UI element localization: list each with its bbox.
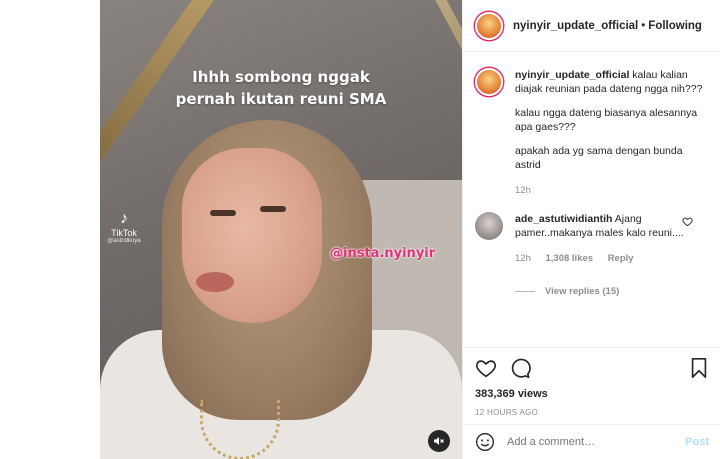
- instagram-post-view: Ihhh sombong nggak pernah ikutan reuni S…: [0, 0, 720, 459]
- comment-item: ade_astutiwidiantih Ajang pamer..makanya…: [475, 212, 709, 266]
- avatar[interactable]: [475, 68, 503, 96]
- comment-input[interactable]: [507, 436, 686, 448]
- small-heart-icon[interactable]: [682, 216, 693, 227]
- view-count[interactable]: 383,369 views: [475, 388, 709, 400]
- comments-list[interactable]: nyinyir_update_official kalau kalian dia…: [463, 52, 720, 347]
- video-caption-line2: pernah ikutan reuni SMA: [175, 90, 387, 108]
- mute-button[interactable]: [428, 430, 450, 452]
- view-replies-button[interactable]: View replies (15): [515, 286, 709, 297]
- comment-meta: 12h 1,308 likes Reply: [515, 252, 690, 266]
- post-actions: 383,369 views 12 HOURS AGO: [463, 347, 720, 429]
- caption-text-p3: apakah ada yg sama dengan bunda astrid: [515, 145, 683, 171]
- bookmark-icon[interactable]: [689, 357, 709, 379]
- post-caption: nyinyir_update_official kalau kalian dia…: [475, 68, 709, 198]
- header-username[interactable]: nyinyir_update_official: [513, 20, 638, 32]
- comment-composer: Post: [463, 424, 720, 459]
- caption-meta: 12h: [515, 184, 709, 198]
- tiktok-label: TikTok: [111, 228, 137, 238]
- comment-likes[interactable]: 1,308 likes: [546, 253, 594, 264]
- reply-button[interactable]: Reply: [608, 253, 634, 264]
- caption-text-p2: kalau ngga dateng biasanya alesannya apa…: [515, 107, 698, 133]
- tiktok-icon: ♪: [120, 210, 128, 227]
- caption-username[interactable]: nyinyir_update_official: [515, 69, 629, 81]
- lips: [196, 272, 234, 292]
- mute-icon: [434, 437, 444, 445]
- video-caption-line1: Ihhh sombong nggak: [192, 68, 370, 86]
- heart-icon[interactable]: [475, 357, 497, 379]
- header-separator: •: [641, 19, 646, 32]
- avatar[interactable]: [475, 11, 503, 40]
- comment-body: ade_astutiwidiantih Ajang pamer..makanya…: [515, 212, 690, 266]
- watermark: @insta.nyinyir: [330, 246, 436, 261]
- avatar[interactable]: [475, 212, 503, 240]
- view-replies-label: View replies (15): [545, 286, 620, 297]
- emoji-icon[interactable]: [475, 432, 495, 452]
- tiktok-handle: @astridkuya: [107, 238, 141, 244]
- following-button[interactable]: Following: [648, 20, 702, 32]
- face: [182, 148, 322, 323]
- divider: [515, 291, 535, 292]
- caption-body: nyinyir_update_official kalau kalian dia…: [515, 68, 709, 198]
- tiktok-badge: ♪ TikTok @astridkuya: [104, 210, 144, 244]
- post-header: nyinyir_update_official • Following: [463, 0, 720, 52]
- post-timestamp: 12 HOURS AGO: [475, 408, 539, 417]
- video-player[interactable]: Ihhh sombong nggak pernah ikutan reuni S…: [100, 0, 462, 459]
- eye: [260, 206, 286, 212]
- comment-time: 12h: [515, 253, 531, 264]
- comment-username[interactable]: ade_astutiwidiantih: [515, 213, 612, 225]
- post-side-panel: nyinyir_update_official • Following nyin…: [462, 0, 720, 459]
- post-button[interactable]: Post: [685, 436, 709, 448]
- left-gutter: [0, 0, 100, 459]
- eye: [210, 210, 236, 216]
- action-icons: [475, 356, 709, 380]
- comment-icon[interactable]: [509, 357, 531, 379]
- caption-time: 12h: [515, 185, 531, 196]
